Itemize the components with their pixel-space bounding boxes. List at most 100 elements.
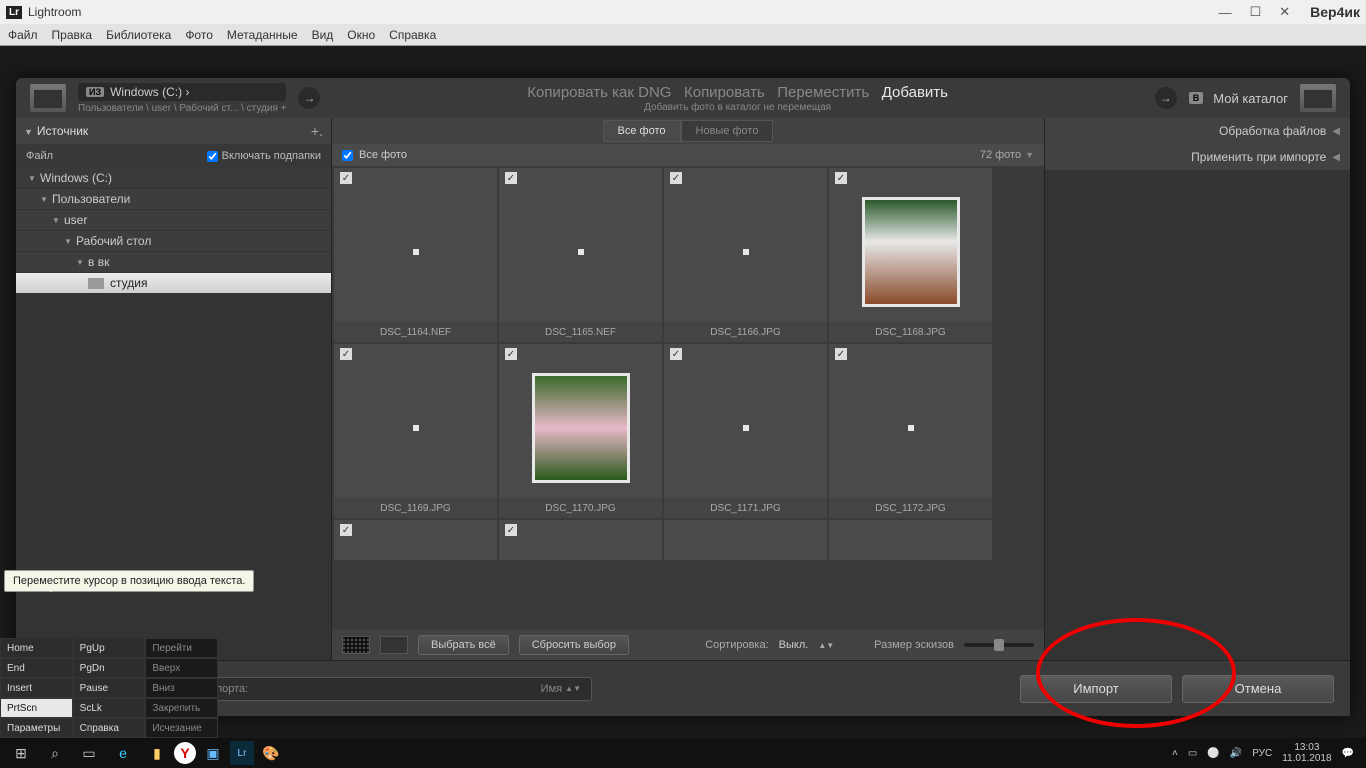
taskbar: ⊞ ⌕ ▭ e ▮ Y ▣ Lr 🎨 ˄ ▭ ⚪ 🔊 РУС 13:0311.0… [0,738,1366,768]
action-add[interactable]: Добавить [882,84,948,101]
thumb-cell[interactable] [829,520,992,560]
lightroom-taskbar-icon[interactable]: Lr [230,741,254,765]
photo-count: 72 фото [980,149,1021,161]
menu-help[interactable]: Справка [389,28,436,42]
thumb-cell[interactable]: ✓ [499,520,662,560]
source-panel-title: Источник [37,124,88,138]
tree-user[interactable]: ▼user [16,210,331,231]
paint-icon[interactable]: 🎨 [254,740,288,766]
osk-key[interactable]: PgUp [73,638,146,658]
menu-view[interactable]: Вид [312,28,334,42]
thumb-cell[interactable]: ✓DSC_1169.JPG [334,344,497,518]
tooltip: Переместите курсор в позицию ввода текст… [4,570,254,592]
clock[interactable]: 13:0311.01.2018 [1282,742,1331,764]
thumb-cell[interactable]: ✓DSC_1164.NEF [334,168,497,342]
menu-file[interactable]: Файл [8,28,38,42]
search-icon[interactable]: ⌕ [38,740,72,766]
volume-icon[interactable]: 🔊 [1230,748,1242,759]
sort-label: Сортировка: [705,639,768,651]
battery-icon[interactable]: ▭ [1188,748,1197,759]
select-all-button[interactable]: Выбрать всё [418,635,509,655]
thumb-cell[interactable]: ✓DSC_1171.JPG [664,344,827,518]
tray-chevron-icon[interactable]: ˄ [1172,748,1178,759]
tree-studio[interactable]: студия [16,273,331,294]
app-icon[interactable]: ▣ [196,740,230,766]
on-screen-keyboard: HomePgUpПерейти EndPgDnВверх InsertPause… [0,638,218,738]
action-subtitle: Добавить фото в каталог не перемещая [332,102,1142,113]
osk-key[interactable]: Insert [0,678,73,698]
thumb-cell[interactable]: ✓DSC_1168.JPG [829,168,992,342]
minimize-icon[interactable]: — [1219,5,1232,20]
osk-key[interactable]: PgDn [73,658,146,678]
file-label: Файл [26,150,53,162]
osk-key[interactable]: Home [0,638,73,658]
bar-label: Все фото [359,149,407,161]
tree-vk[interactable]: ▼в вк [16,252,331,273]
tree-users[interactable]: ▼Пользователи [16,189,331,210]
app-title: Lightroom [28,5,81,19]
menu-metadata[interactable]: Метаданные [227,28,298,42]
app-logo: Lr [6,6,22,19]
thumb-size-slider[interactable] [964,643,1034,647]
osk-key[interactable]: Исчезание [145,718,218,738]
yandex-icon[interactable]: Y [174,742,196,764]
thumb-cell[interactable]: ✓DSC_1172.JPG [829,344,992,518]
osk-key[interactable]: Перейти [145,638,218,658]
thumb-cell[interactable] [664,520,827,560]
notification-icon[interactable]: 💬 [1342,748,1354,759]
include-subfolders-checkbox[interactable]: Включать подпапки [207,150,321,162]
thumb-cell[interactable]: ✓DSC_1166.JPG [664,168,827,342]
tab-all-photos[interactable]: Все фото [603,120,681,142]
import-button[interactable]: Импорт [1020,675,1172,703]
action-copy[interactable]: Копировать [684,84,765,101]
osk-key[interactable]: Вверх [145,658,218,678]
menu-photo[interactable]: Фото [185,28,213,42]
language-indicator[interactable]: РУС [1252,748,1272,759]
arrow-right-icon[interactable]: → [298,87,320,109]
maximize-icon[interactable]: ☐ [1250,4,1262,20]
add-source-icon[interactable]: +. [311,123,323,139]
thumbnail-grid: ✓DSC_1164.NEF ✓DSC_1165.NEF ✓DSC_1166.JP… [332,166,1044,630]
file-handling-panel[interactable]: Обработка файлов◀ [1045,118,1350,144]
grid-view-button[interactable] [342,636,370,654]
taskview-icon[interactable]: ▭ [72,740,106,766]
tree-desktop[interactable]: ▼Рабочий стол [16,231,331,252]
osk-key[interactable]: Pause [73,678,146,698]
tab-new-photos[interactable]: Новые фото [681,120,774,142]
reset-selection-button[interactable]: Сбросить выбор [519,635,629,655]
import-dialog: ИЗ Windows (C:) › Пользователи \ user \ … [16,78,1350,716]
osk-key[interactable]: PrtScn [0,698,73,718]
osk-key[interactable]: Справка [73,718,146,738]
loupe-view-button[interactable] [380,636,408,654]
osk-key[interactable]: Закрепить [145,698,218,718]
cancel-button[interactable]: Отмена [1182,675,1334,703]
folder-icon [88,278,104,289]
osk-key[interactable]: End [0,658,73,678]
wifi-icon[interactable]: ⚪ [1207,748,1219,759]
osk-key[interactable]: Параметры [0,718,73,738]
destination[interactable]: В Мой каталог [1189,91,1288,106]
arrow-right-icon-2[interactable]: → [1155,87,1177,109]
osk-key[interactable]: Вниз [145,678,218,698]
source-path: Пользователи \ user \ Рабочий ст... \ ст… [78,103,286,114]
edge-icon[interactable]: e [106,740,140,766]
osk-key[interactable]: ScLk [73,698,146,718]
source-drive-icon [30,84,66,112]
thumb-cell[interactable]: ✓DSC_1165.NEF [499,168,662,342]
tree-drive[interactable]: ▼Windows (C:) [16,168,331,189]
thumb-cell[interactable]: ✓ [334,520,497,560]
explorer-icon[interactable]: ▮ [140,740,174,766]
action-dng[interactable]: Копировать как DNG [527,84,671,101]
dest-drive-icon [1300,84,1336,112]
close-icon[interactable]: ✕ [1279,4,1290,20]
sort-value[interactable]: Выкл. [779,639,809,651]
start-icon[interactable]: ⊞ [4,740,38,766]
thumb-cell[interactable]: ✓DSC_1170.JPG [499,344,662,518]
menu-edit[interactable]: Правка [52,28,93,42]
menu-window[interactable]: Окно [347,28,375,42]
source-drive-select[interactable]: ИЗ Windows (C:) › [78,83,286,101]
action-move[interactable]: Переместить [777,84,869,101]
menu-library[interactable]: Библиотека [106,28,171,42]
apply-during-import-panel[interactable]: Применить при импорте◀ [1045,144,1350,170]
select-all-checkbox[interactable] [342,150,353,161]
